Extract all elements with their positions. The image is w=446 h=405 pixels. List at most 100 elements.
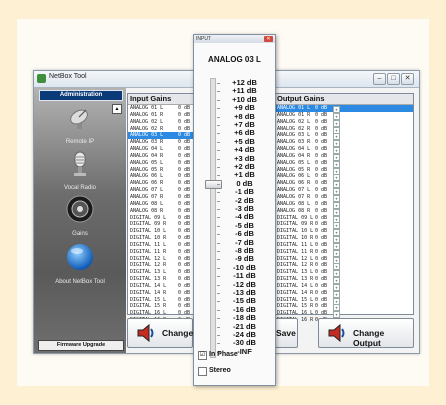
table-row[interactable]: DIGITAL 11 L0 dB + bbox=[275, 241, 413, 250]
gain-value: 0 dB bbox=[315, 296, 328, 303]
table-row[interactable]: ANALOG 04 L0 dB + bbox=[275, 146, 413, 155]
gain-value: 0 dB bbox=[178, 303, 191, 310]
table-row[interactable]: DIGITAL 15 R0 dB + bbox=[275, 303, 413, 312]
table-row[interactable]: ANALOG 03 R0 dB + bbox=[275, 139, 413, 148]
firmware-upgrade-button[interactable]: Firmware Upgrade bbox=[38, 340, 124, 351]
channel-name: ANALOG 01 L bbox=[130, 105, 164, 111]
table-row[interactable]: DIGITAL 15 L0 dB + bbox=[275, 296, 413, 305]
gain-value: 0 dB bbox=[178, 221, 191, 228]
table-row[interactable]: DIGITAL 10 R0 dB + bbox=[275, 235, 413, 244]
gain-value: 0 dB bbox=[315, 187, 328, 194]
table-row[interactable]: ANALOG 02 R0 dB + bbox=[275, 125, 413, 134]
scale-tick bbox=[217, 141, 220, 143]
gain-value: 0 dB bbox=[178, 289, 191, 296]
table-row[interactable]: ANALOG 04 R0 dB + bbox=[275, 152, 413, 161]
table-row[interactable]: DIGITAL 12 R0 dB + bbox=[275, 262, 413, 271]
scale-label: -1 dB bbox=[235, 187, 254, 197]
scale-tick bbox=[217, 83, 220, 84]
output-gains-list[interactable]: ANALOG 01 L0 dB + ANALOG 01 R0 dB + ANALOG 0… bbox=[275, 105, 413, 326]
gain-value: 0 dB bbox=[315, 207, 328, 214]
close-button[interactable]: ✕ bbox=[401, 73, 414, 85]
scale-tick bbox=[217, 209, 220, 210]
channel-name: DIGITAL 14 R bbox=[130, 289, 167, 296]
table-row[interactable]: ANALOG 06 L0 dB + bbox=[275, 173, 413, 182]
dialog-title-bar[interactable]: INPUT ✕ bbox=[194, 35, 275, 43]
table-row[interactable]: ANALOG 07 R0 dB + bbox=[275, 194, 413, 202]
gain-value: 0 dB bbox=[315, 105, 328, 111]
in-phase-checkbox[interactable]: ☑ bbox=[198, 351, 207, 360]
channel-name: DIGITAL 10 R bbox=[277, 235, 314, 242]
sidebar-label-gains: Gains bbox=[72, 231, 88, 237]
channel-name: DIGITAL 13 L bbox=[130, 269, 167, 276]
table-row[interactable]: ANALOG 01 L0 dB + bbox=[275, 105, 413, 113]
channel-name: ANALOG 04 R bbox=[277, 152, 311, 159]
table-row[interactable]: DIGITAL 13 R0 dB + bbox=[275, 276, 413, 285]
channel-name: DIGITAL 12 L bbox=[130, 255, 167, 262]
output-gains-panel: Output Gains ANALOG 01 L0 dB + ANALOG 01 R… bbox=[274, 93, 414, 326]
gain-value: 0 dB bbox=[178, 248, 191, 255]
gain-value: 0 dB bbox=[315, 139, 328, 146]
gain-slider-thumb[interactable] bbox=[205, 180, 222, 190]
table-row[interactable]: DIGITAL 16 L0 dB + bbox=[275, 310, 413, 319]
channel-name: DIGITAL 14 L bbox=[277, 282, 314, 289]
gain-value: 0 dB bbox=[315, 276, 328, 283]
change-input-label: Change bbox=[162, 328, 194, 338]
scale-label: -6 dB bbox=[235, 229, 254, 239]
table-row[interactable]: ANALOG 06 R0 dB + bbox=[275, 180, 413, 189]
maximize-button[interactable]: □ bbox=[387, 73, 400, 85]
window-title: NetBox Tool bbox=[49, 73, 87, 80]
speaker-icon bbox=[66, 195, 94, 223]
table-row[interactable]: DIGITAL 11 R0 dB + bbox=[275, 249, 413, 257]
gain-value: 0 dB bbox=[315, 241, 328, 248]
scale-tick bbox=[217, 251, 220, 252]
scale-tick bbox=[217, 150, 220, 152]
table-row[interactable]: ANALOG 08 R0 dB + bbox=[275, 207, 413, 216]
administration-tab[interactable]: Administration bbox=[39, 90, 123, 101]
channel-name: ANALOG 08 L bbox=[130, 200, 164, 207]
minimize-button[interactable]: – bbox=[373, 73, 386, 85]
table-row[interactable]: DIGITAL 14 R0 dB + bbox=[275, 289, 413, 298]
table-row[interactable]: ANALOG 07 L0 dB + bbox=[275, 187, 413, 196]
gain-value: 0 dB bbox=[178, 166, 191, 173]
gain-value: 0 dB bbox=[315, 125, 328, 132]
channel-name: DIGITAL 16 L bbox=[130, 310, 167, 317]
table-row[interactable]: ANALOG 05 R0 dB + bbox=[275, 167, 413, 175]
table-row[interactable]: ANALOG 08 L0 dB + bbox=[275, 201, 413, 209]
gain-value: 0 dB bbox=[178, 276, 191, 283]
gain-value: 0 dB bbox=[315, 262, 328, 269]
save-button[interactable]: Save bbox=[274, 318, 298, 348]
channel-name: ANALOG 06 R bbox=[130, 180, 164, 187]
save-label: Save bbox=[276, 328, 296, 338]
table-row[interactable]: DIGITAL 09 L0 dB + bbox=[275, 215, 413, 223]
table-row[interactable]: DIGITAL 13 L0 dB + bbox=[275, 269, 413, 278]
change-output-button[interactable]: Change Output bbox=[318, 318, 414, 348]
scale-tick bbox=[217, 326, 220, 328]
channel-name: ANALOG 01 L bbox=[277, 105, 311, 111]
stereo-label: Stereo bbox=[209, 367, 231, 374]
table-row[interactable]: DIGITAL 09 R0 dB + bbox=[275, 221, 413, 230]
sidebar-item-gains[interactable]: Gains bbox=[34, 194, 126, 237]
table-row[interactable]: ANALOG 01 R0 dB + bbox=[275, 112, 413, 120]
table-row[interactable]: DIGITAL 10 L0 dB + bbox=[275, 228, 413, 237]
table-row[interactable]: ANALOG 02 L0 dB + bbox=[275, 119, 413, 127]
scale-tick bbox=[217, 242, 220, 244]
sidebar-item-about[interactable]: About NetBox Tool bbox=[34, 242, 126, 285]
dialog-close-button[interactable]: ✕ bbox=[264, 36, 273, 42]
channel-name: DIGITAL 14 R bbox=[277, 289, 314, 296]
table-row[interactable]: DIGITAL 14 L0 dB + bbox=[275, 282, 413, 291]
channel-name: ANALOG 06 L bbox=[277, 173, 311, 180]
table-row[interactable]: ANALOG 05 L0 dB + bbox=[275, 160, 413, 168]
change-output-label: Change Output bbox=[353, 328, 385, 348]
sidebar-item-vocal-radio[interactable]: Vocal Radio bbox=[34, 150, 126, 191]
scale-label: +9 dB bbox=[234, 103, 255, 113]
change-input-button[interactable]: Change bbox=[127, 318, 193, 348]
channel-name: DIGITAL 14 L bbox=[130, 282, 167, 289]
table-row[interactable]: DIGITAL 12 L0 dB + bbox=[275, 256, 413, 264]
table-row[interactable]: ANALOG 03 L0 dB + bbox=[275, 132, 413, 141]
sidebar-item-remote-ip[interactable]: Remote IP bbox=[34, 106, 126, 145]
scale-label: +4 dB bbox=[234, 145, 255, 155]
channel-name: ANALOG 05 R bbox=[130, 166, 164, 173]
gain-slider-track[interactable] bbox=[210, 78, 216, 358]
stereo-checkbox[interactable] bbox=[198, 367, 207, 376]
channel-name: ANALOG 02 R bbox=[277, 125, 311, 132]
